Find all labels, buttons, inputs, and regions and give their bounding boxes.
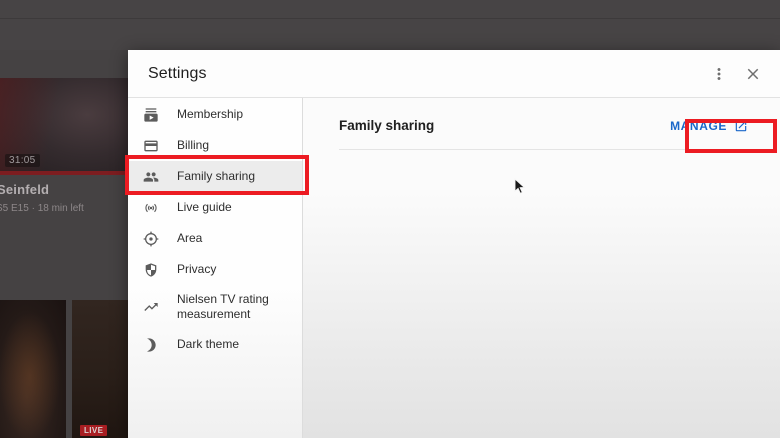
- sidebar-item-label: Membership: [177, 107, 244, 121]
- external-link-icon: [734, 119, 748, 133]
- sidebar-item-label: Area: [177, 231, 203, 245]
- screen: 31:05 Seinfeld S5 E15 · 18 min left LIVE…: [0, 0, 780, 438]
- sidebar-item-membership[interactable]: Membership: [128, 99, 302, 130]
- close-icon[interactable]: [740, 61, 766, 87]
- area-icon: [143, 231, 159, 247]
- billing-icon: [143, 138, 159, 154]
- sidebar-item-family-sharing[interactable]: Family sharing: [128, 161, 302, 192]
- family-sharing-icon: [143, 169, 159, 185]
- now-playing-title: Seinfeld: [0, 182, 50, 197]
- nielsen-rating-icon: [143, 299, 159, 315]
- sidebar-item-label: Family sharing: [177, 169, 256, 183]
- now-playing-subtitle: S5 E15 · 18 min left: [0, 203, 84, 214]
- content-tile[interactable]: [0, 300, 66, 438]
- family-sharing-row: Family sharing MANAGE: [339, 118, 756, 150]
- family-sharing-pane: Family sharing MANAGE: [303, 98, 780, 438]
- sidebar-item-dark-theme[interactable]: Dark theme: [128, 329, 302, 360]
- live-badge: LIVE: [80, 425, 108, 436]
- sidebar-item-label: Nielsen TV rating measurement: [177, 292, 269, 321]
- settings-dialog: Settings Membership Billing Family shari…: [128, 50, 780, 438]
- sidebar-item-privacy[interactable]: Privacy: [128, 254, 302, 285]
- dialog-title: Settings: [148, 64, 207, 82]
- sidebar-item-label: Live guide: [177, 200, 232, 214]
- sidebar-item-label: Privacy: [177, 262, 217, 276]
- watch-progress-bar: [0, 171, 128, 175]
- dark-theme-icon: [143, 337, 159, 353]
- sidebar-item-nielsen-rating[interactable]: Nielsen TV rating measurement: [128, 285, 302, 329]
- sidebar-item-area[interactable]: Area: [128, 223, 302, 254]
- sidebar-item-live-guide[interactable]: Live guide: [128, 192, 302, 223]
- settings-sidebar: Membership Billing Family sharing Live g…: [128, 98, 303, 438]
- content-tile-live[interactable]: LIVE: [72, 300, 128, 438]
- sidebar-item-billing[interactable]: Billing: [128, 130, 302, 161]
- dialog-body: Membership Billing Family sharing Live g…: [128, 98, 780, 438]
- sidebar-item-label: Billing: [177, 138, 210, 152]
- privacy-icon: [143, 262, 159, 278]
- pane-heading: Family sharing: [339, 118, 435, 133]
- video-timestamp: 31:05: [5, 154, 40, 167]
- manage-button-label: MANAGE: [670, 118, 727, 133]
- kebab-menu-icon[interactable]: [706, 61, 732, 87]
- manage-button[interactable]: MANAGE: [670, 119, 748, 133]
- membership-icon: [143, 107, 159, 123]
- sidebar-item-label: Dark theme: [177, 337, 240, 351]
- now-playing-thumbnail[interactable]: 31:05: [0, 78, 128, 175]
- background-topbar-divider: [0, 18, 780, 19]
- dialog-header: Settings: [128, 50, 780, 98]
- live-guide-icon: [143, 200, 159, 216]
